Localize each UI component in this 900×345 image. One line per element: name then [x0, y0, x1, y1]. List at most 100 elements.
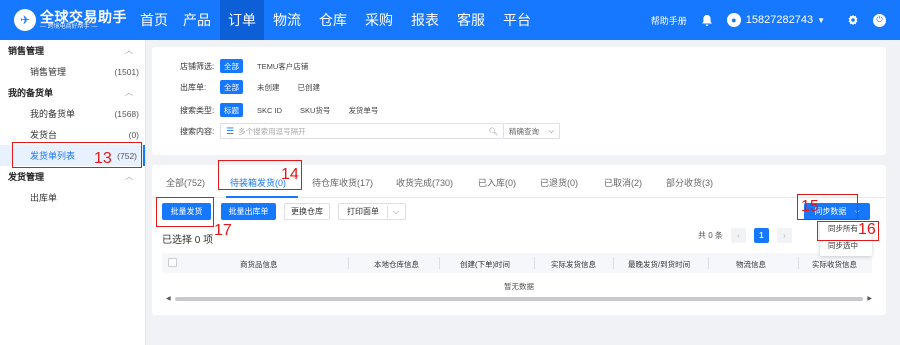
sidebar-item-outbound-orders[interactable]: 出库单: [0, 187, 145, 208]
nav-purchasing[interactable]: 采购: [356, 0, 402, 40]
annotation-number: 15: [801, 198, 819, 215]
page-number[interactable]: 1: [753, 228, 769, 243]
top-navbar: ✈ 全球交易助手 — 跨境电商好帮手 — 首页 产品 订单 物流 仓库 采购 报…: [0, 0, 900, 40]
sidebar-group-sales[interactable]: 销售管理 ︿: [0, 40, 145, 61]
brand-name: 全球交易助手: [40, 8, 127, 25]
nav-orders[interactable]: 订单: [220, 0, 264, 40]
nav-warehouse[interactable]: 仓库: [310, 0, 356, 40]
nav-home[interactable]: 首页: [134, 0, 174, 40]
nav-logistics[interactable]: 物流: [264, 0, 310, 40]
filter-option[interactable]: 未创建: [253, 80, 284, 94]
sidebar: 销售管理 ︿ 销售管理 (1501) 我的备货单 ︿ 我的备货单 (1568) …: [0, 40, 146, 345]
nav-products[interactable]: 产品: [174, 0, 220, 40]
tab-cancelled[interactable]: 已取消(2): [604, 176, 642, 189]
tab-pending-receipt[interactable]: 待仓库收货(17): [312, 176, 373, 189]
filter-option[interactable]: 全部: [220, 59, 243, 73]
nav-platform[interactable]: 平台: [494, 0, 540, 40]
column-header: 创建(下单)时间: [460, 260, 510, 269]
nav-customer-service[interactable]: 客服: [448, 0, 494, 40]
filter-option[interactable]: 全部: [220, 80, 243, 94]
column-header: 实际收货信息: [812, 260, 857, 269]
selected-count: 已选择 0 项: [162, 235, 214, 246]
sidebar-group-stock-orders[interactable]: 我的备货单 ︿: [0, 82, 145, 103]
sidebar-group-title: 销售管理: [8, 46, 45, 56]
bell-icon[interactable]: [701, 14, 713, 27]
main-nav: 首页 产品 订单 物流 仓库 采购 报表 客服 平台: [130, 0, 540, 40]
print-label-text: 打印面单: [347, 207, 379, 216]
chevron-down-icon: ⌵: [548, 126, 554, 135]
sidebar-group-shipping[interactable]: 发货管理 ︿: [0, 166, 145, 187]
print-label-button[interactable]: 打印面单 ⌵: [338, 203, 406, 220]
tab-partial-received[interactable]: 部分收货(3): [666, 176, 713, 189]
search-placeholder: 多个搜索用逗号隔开: [238, 126, 306, 136]
search-mode-select[interactable]: 精确查询 ⌵: [504, 123, 560, 139]
search-input[interactable]: ☰ 多个搜索用逗号隔开 🔍︎: [220, 123, 504, 139]
column-divider: [534, 257, 535, 269]
sidebar-group-title: 我的备货单: [8, 88, 54, 98]
column-header: 本地仓库信息: [374, 260, 419, 269]
change-warehouse-button[interactable]: 更换仓库: [284, 203, 330, 220]
gear-icon[interactable]: [847, 14, 859, 26]
search-mode-value: 精确查询: [509, 126, 539, 136]
prev-page-icon[interactable]: ‹: [730, 228, 746, 243]
list-icon: ☰: [226, 125, 235, 136]
filter-option[interactable]: 发货单号: [344, 103, 382, 117]
user-account-name[interactable]: 15827282743: [746, 14, 813, 26]
empty-state-text: 暂无数据: [504, 282, 534, 291]
chevron-up-icon: ︿: [125, 172, 133, 181]
sidebar-item-count: (1568): [114, 108, 139, 119]
annotation-number: 17: [214, 222, 232, 239]
table-header: 商货品信息 本地仓库信息 创建(下单)时间 实际发货信息 最晚发货/到货时间 物…: [162, 253, 872, 273]
tab-all[interactable]: 全部(752): [166, 176, 205, 189]
column-divider: [613, 257, 614, 269]
sidebar-item-my-stock-orders[interactable]: 我的备货单 (1568): [0, 103, 145, 124]
annotation-number: 16: [858, 221, 876, 238]
horizontal-scrollbar[interactable]: ◀ ▶: [166, 295, 872, 302]
annotation-number: 14: [281, 166, 299, 183]
tab-returned[interactable]: 已退货(0): [540, 176, 578, 189]
column-header: 实际发货信息: [551, 260, 596, 269]
chevron-down-icon[interactable]: ▼: [817, 16, 825, 25]
search-icon[interactable]: 🔍︎: [488, 127, 498, 136]
select-all-checkbox[interactable]: [168, 258, 177, 267]
user-avatar-icon[interactable]: ●: [726, 13, 741, 27]
chevron-down-icon[interactable]: ⌵: [393, 207, 399, 217]
filter-shop: 店铺筛选: 全部 TEMU客户店铺: [180, 58, 322, 74]
sidebar-item-sales-management[interactable]: 销售管理 (1501): [0, 61, 145, 82]
scrollbar-thumb[interactable]: [174, 296, 864, 301]
column-divider: [439, 257, 440, 269]
column-header: 物流信息: [736, 260, 766, 269]
tab-stored[interactable]: 已入库(0): [478, 176, 516, 189]
filter-option[interactable]: SKC ID: [253, 103, 286, 117]
brand-logo[interactable]: ✈ 全球交易助手 — 跨境电商好帮手 —: [0, 0, 130, 40]
filter-label: 店铺筛选:: [180, 61, 215, 71]
pagination-total: 共 0 条: [698, 231, 723, 240]
nav-reports[interactable]: 报表: [402, 0, 448, 40]
pagination: 共 0 条 ‹ 1 ›: [698, 228, 800, 243]
filter-label: 搜索内容:: [180, 126, 215, 136]
column-header: 商货品信息: [240, 260, 278, 269]
filter-outbound: 出库单: 全部 未创建 已创建: [180, 79, 334, 95]
sidebar-group-title: 发货管理: [8, 172, 45, 182]
filter-option[interactable]: SKU货号: [296, 103, 334, 117]
filter-option[interactable]: 已创建: [294, 80, 325, 94]
annotation-box: [12, 142, 142, 168]
logo-icon: ✈: [14, 9, 36, 31]
help-manual-link[interactable]: 帮助手册: [651, 14, 687, 27]
chevron-up-icon: ︿: [125, 46, 133, 55]
sidebar-item-count: (1501): [114, 66, 139, 77]
filter-option[interactable]: TEMU客户店铺: [253, 59, 312, 73]
scroll-right-icon[interactable]: ▶: [867, 295, 872, 302]
tab-received[interactable]: 收货完成(730): [396, 176, 453, 189]
sidebar-item-label: 发货台: [30, 130, 58, 140]
power-icon[interactable]: ⏻: [873, 13, 886, 27]
column-divider: [798, 257, 799, 269]
next-page-icon[interactable]: ›: [776, 228, 792, 243]
active-tab-indicator: [226, 196, 298, 198]
filter-search-content: 搜索内容: ☰ 多个搜索用逗号隔开 🔍︎ 精确查询 ⌵: [180, 123, 560, 139]
batch-outbound-button[interactable]: 批量出库单: [221, 203, 276, 220]
scroll-left-icon[interactable]: ◀: [166, 295, 171, 302]
sidebar-item-label: 销售管理: [30, 67, 67, 77]
button-divider: [387, 206, 388, 218]
filter-option[interactable]: 标题: [220, 103, 243, 117]
